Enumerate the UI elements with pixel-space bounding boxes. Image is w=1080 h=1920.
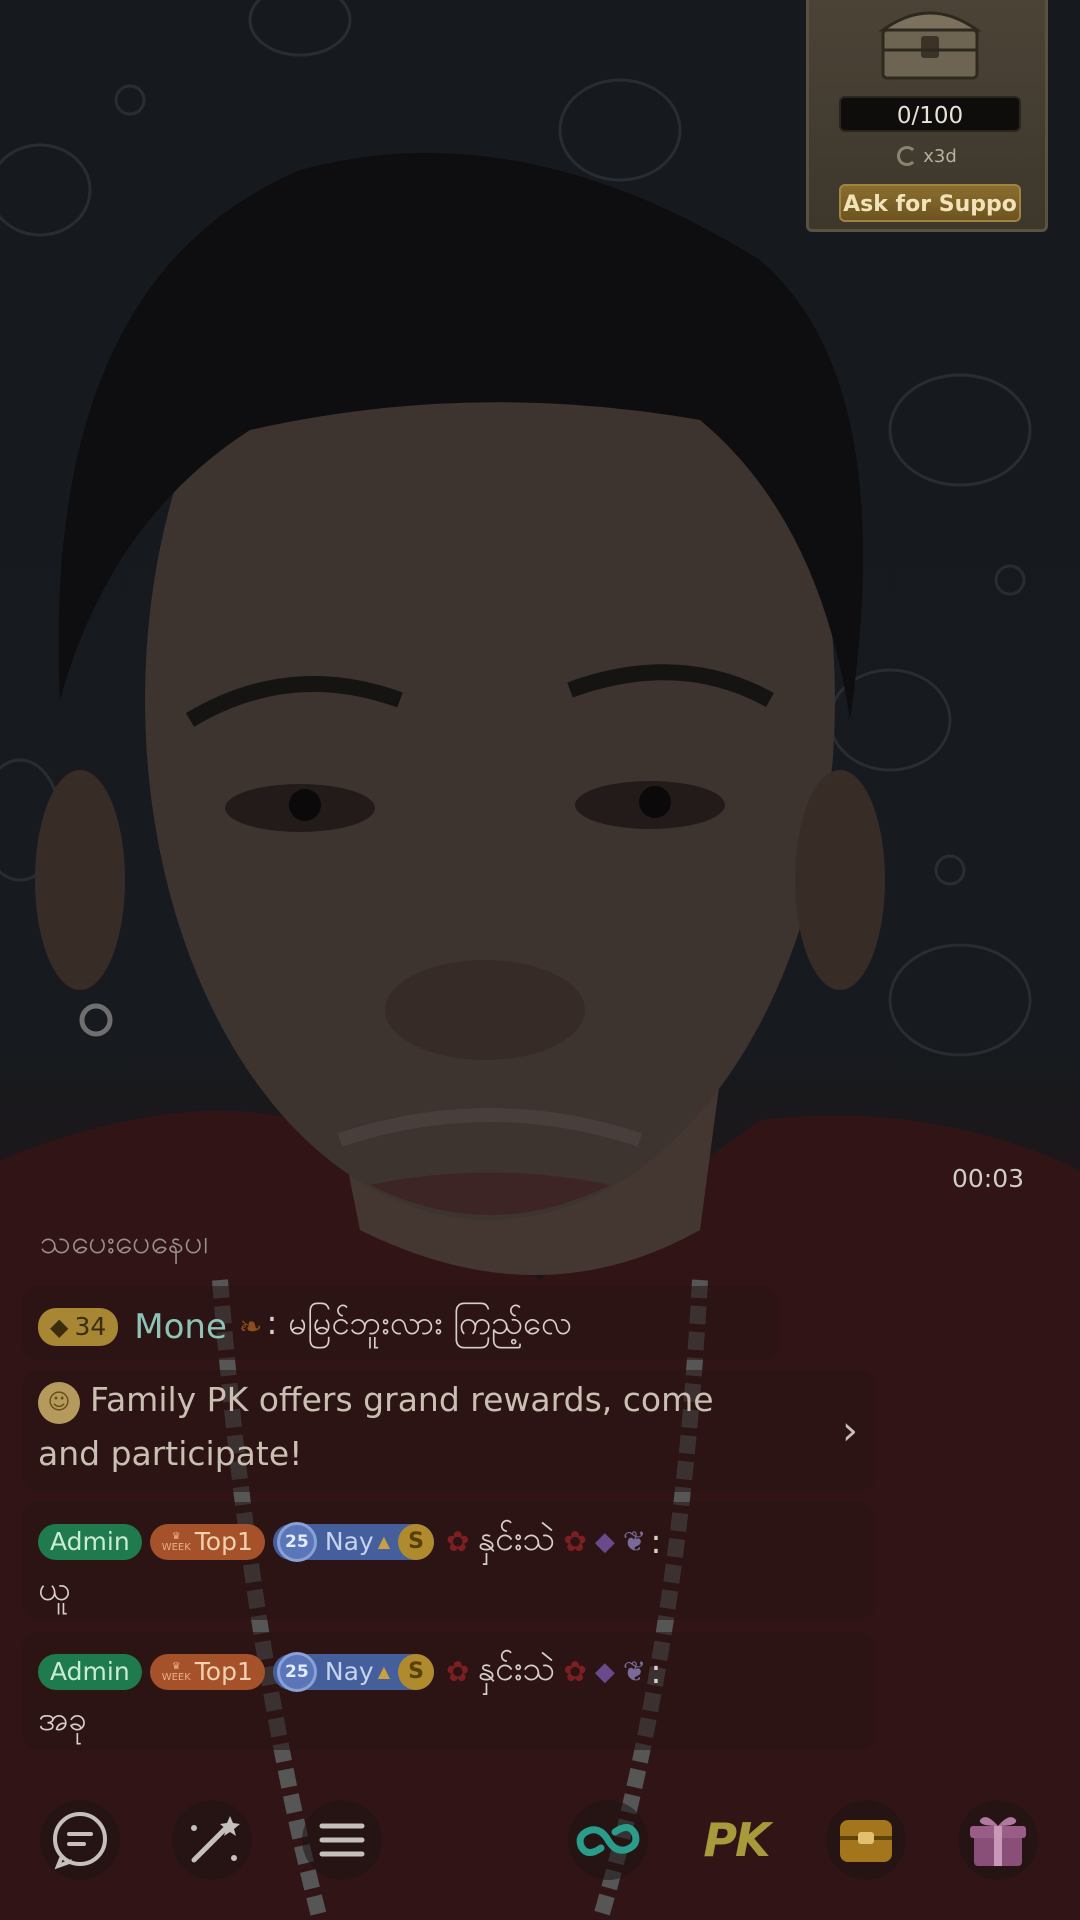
fan-club-name: Nay (324, 1527, 374, 1556)
chat-text: အခု (38, 1699, 87, 1738)
chat-text: : မမြင်ဘူးလား ကြည့်လေ (266, 1303, 572, 1342)
fan-level-badge: 25 Nay ▲ S (272, 1651, 435, 1692)
chat-username[interactable]: Mone (134, 1307, 227, 1347)
treasure-chest-widget[interactable]: 0/100 x3d Ask for Suppo (806, 0, 1048, 232)
comment-button[interactable] (40, 1800, 120, 1880)
effects-button[interactable] (172, 1800, 252, 1880)
week-label: WEEK (161, 1541, 191, 1553)
crown-week-icon: ♛ WEEK (161, 1660, 191, 1683)
rose-icon: ✿ (446, 1525, 470, 1558)
gem-icon: ◆ (594, 1656, 615, 1687)
fan-level: 25 (276, 1521, 317, 1562)
diamond-level: 34 (74, 1312, 107, 1341)
rose-icon: ✿ (446, 1655, 470, 1688)
diamond-level-badge: ◆ 34 (38, 1307, 119, 1346)
chat-bubble-icon (53, 1812, 107, 1870)
chat-message[interactable]: Admin ♛ WEEK Top1 25 Nay ▲ S ✿ နှင်းသဲ ✿ … (22, 1502, 876, 1620)
s-badge: S (398, 1523, 435, 1560)
hat-icon: ▲ (377, 1532, 391, 1551)
chat-message[interactable]: Admin ♛ WEEK Top1 25 Nay ▲ S ✿ နှင်းသဲ ✿ … (22, 1632, 876, 1750)
treasure-multiplier: x3d (809, 146, 1045, 167)
chat-colon: : (650, 1522, 662, 1561)
gift-button[interactable] (958, 1800, 1038, 1880)
diamond-icon: ◆ (50, 1312, 69, 1341)
co-host-button[interactable] (568, 1800, 648, 1880)
family-notice-line2: and participate! (38, 1434, 303, 1473)
magic-wand-icon (191, 1816, 240, 1863)
gift-icon (970, 1817, 1026, 1866)
treasure-progress: 0/100 (839, 96, 1021, 132)
wing-badge-icon: ❦ (622, 1655, 647, 1688)
menu-icon (319, 1823, 365, 1857)
s-badge: S (398, 1653, 435, 1690)
stream-duration: 00:03 (952, 1164, 1025, 1193)
link-icon (576, 1824, 640, 1856)
rose-icon: ✿ (563, 1655, 587, 1688)
ask-for-support-button[interactable]: Ask for Suppo (839, 184, 1021, 222)
menu-button[interactable] (302, 1800, 382, 1880)
chat-message[interactable]: ◆ 34 Mone ❧ : မမြင်ဘူးလား ကြည့်လေ (22, 1286, 780, 1360)
hat-icon: ▲ (377, 1662, 391, 1681)
refresh-icon (897, 146, 918, 166)
chat-text: ယူ (38, 1569, 71, 1608)
chat-username[interactable]: နှင်းသဲ (477, 1516, 555, 1567)
chat-message-partial: သပေးပေနေပါ (40, 1238, 208, 1264)
fan-level: 25 (276, 1651, 317, 1692)
week-top1-badge: ♛ WEEK Top1 (149, 1653, 265, 1690)
week-label: WEEK (161, 1671, 191, 1683)
treasure-box-icon (840, 1820, 892, 1862)
leaf-icon: ❧ (238, 1310, 263, 1343)
fan-level-badge: 25 Nay ▲ S (272, 1521, 435, 1562)
gem-icon: ◆ (594, 1526, 615, 1557)
fan-club-name: Nay (324, 1657, 374, 1686)
treasure-multiplier-label: x3d (923, 146, 957, 167)
rose-icon: ✿ (563, 1525, 587, 1558)
treasure-chest-icon (878, 11, 982, 80)
top1-label: Top1 (194, 1657, 253, 1686)
family-notice-line1: Family PK offers grand rewards, come (90, 1380, 714, 1419)
chat-colon: : (650, 1652, 662, 1691)
top1-label: Top1 (194, 1527, 253, 1556)
chat-message-partial-text: သပေးပေနေပါ (40, 1238, 209, 1261)
crown-week-icon: ♛ WEEK (161, 1530, 191, 1553)
chat-username[interactable]: နှင်းသဲ (477, 1646, 555, 1697)
admin-badge: Admin (38, 1523, 142, 1560)
family-icon: ☺ (38, 1382, 80, 1424)
wing-badge-icon: ❦ (622, 1525, 647, 1558)
treasure-box-button[interactable] (826, 1800, 906, 1880)
family-pk-notice[interactable]: ☺ Family PK offers grand rewards, come a… (22, 1370, 876, 1492)
pk-battle-button[interactable]: PK (696, 1800, 776, 1880)
week-top1-badge: ♛ WEEK Top1 (149, 1523, 265, 1560)
admin-badge: Admin (38, 1653, 142, 1690)
chevron-right-icon: › (842, 1408, 858, 1454)
pk-label: PK (703, 1813, 770, 1867)
